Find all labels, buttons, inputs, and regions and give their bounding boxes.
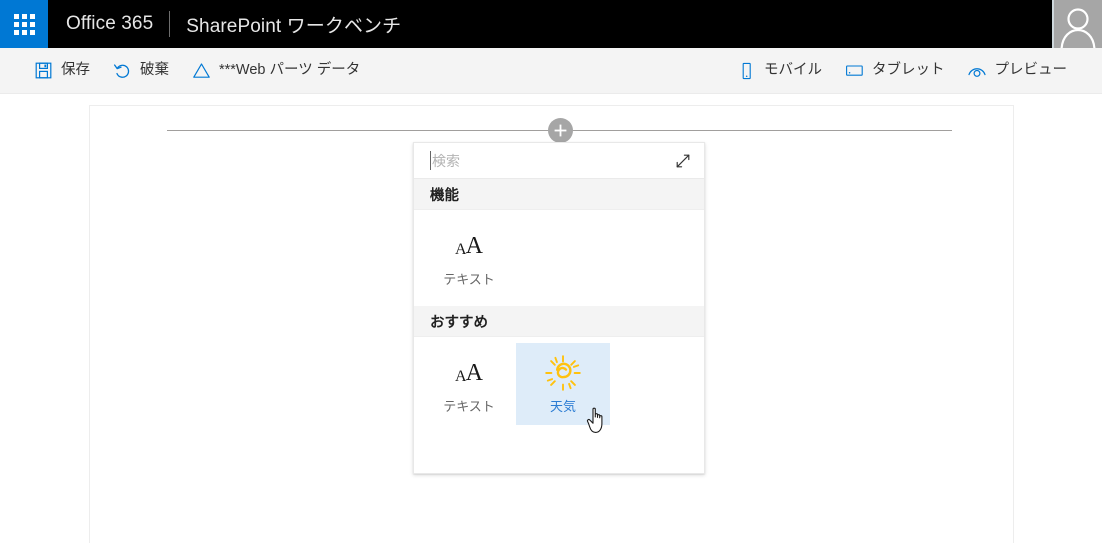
plus-icon bbox=[554, 124, 567, 137]
undo-arrow-icon bbox=[112, 61, 132, 81]
section-header-recommended-label: おすすめ bbox=[430, 314, 488, 331]
tablet-view-button-label: タブレット bbox=[872, 62, 945, 79]
text-aa-icon: AA bbox=[455, 233, 483, 259]
discard-button[interactable]: 破棄 bbox=[101, 49, 180, 93]
page-title-label: SharePoint ワークベンチ bbox=[186, 15, 402, 37]
save-button-label: 保存 bbox=[61, 62, 90, 79]
preview-eye-icon bbox=[967, 61, 987, 81]
webpart-tile-text[interactable]: AA テキスト bbox=[422, 216, 516, 298]
webpart-tile-text-recommended-label: テキスト bbox=[443, 399, 495, 414]
command-bar-left-group: 保存 破棄 ***Web パーツ データ bbox=[0, 49, 371, 93]
suite-bar: Office 365 SharePoint ワークベンチ bbox=[0, 0, 1102, 48]
preview-button-label: プレビュー bbox=[994, 62, 1068, 79]
search-text-caret bbox=[430, 151, 431, 170]
section-header-features-label: 機能 bbox=[430, 187, 459, 204]
tablet-view-button[interactable]: タブレット bbox=[833, 49, 956, 93]
office-365-brand-label: Office 365 bbox=[66, 13, 154, 34]
webpart-tile-weather-label: 天気 bbox=[549, 399, 576, 414]
waffle-grid-icon bbox=[13, 13, 35, 35]
save-button[interactable]: 保存 bbox=[22, 49, 101, 93]
suite-bar-spacer bbox=[401, 0, 1052, 48]
command-bar: 保存 破棄 ***Web パーツ データ モバイル タブレット プレビュー bbox=[0, 48, 1102, 94]
webpart-tile-text-recommended[interactable]: AA テキスト bbox=[422, 343, 516, 425]
command-bar-right-group: モバイル タブレット プレビュー bbox=[725, 49, 1102, 93]
mobile-phone-icon bbox=[736, 61, 756, 81]
webpart-tile-text-label: テキスト bbox=[443, 272, 495, 287]
person-avatar-icon bbox=[1060, 8, 1096, 48]
search-row bbox=[414, 143, 704, 179]
tile-grid-recommended: AA テキスト 天気 bbox=[414, 337, 704, 425]
text-aa-icon: AA bbox=[455, 360, 483, 386]
app-launcher-button[interactable] bbox=[0, 0, 48, 48]
mobile-view-button-label: モバイル bbox=[764, 62, 822, 79]
section-header-recommended: おすすめ bbox=[414, 306, 704, 337]
weather-sun-icon bbox=[544, 355, 582, 391]
mobile-view-button[interactable]: モバイル bbox=[725, 49, 833, 93]
add-webpart-button[interactable] bbox=[548, 118, 573, 143]
save-floppy-icon bbox=[33, 61, 53, 81]
webpart-data-button-label: ***Web パーツ データ bbox=[219, 62, 361, 79]
triangle-outline-icon bbox=[191, 61, 211, 81]
page-title: SharePoint ワークベンチ bbox=[186, 0, 401, 48]
tile-grid-features: AA テキスト bbox=[414, 210, 704, 298]
discard-button-label: 破棄 bbox=[140, 62, 169, 79]
webpart-data-button[interactable]: ***Web パーツ データ bbox=[180, 49, 371, 93]
webpart-picker-panel: 機能 AA テキスト おすすめ AA テキスト bbox=[413, 142, 705, 474]
preview-button[interactable]: プレビュー bbox=[956, 49, 1079, 93]
search-input[interactable] bbox=[414, 143, 704, 178]
office-365-brand[interactable]: Office 365 bbox=[48, 0, 153, 48]
section-header-features: 機能 bbox=[414, 179, 704, 210]
tablet-icon bbox=[844, 61, 864, 81]
suite-bar-divider bbox=[169, 11, 171, 37]
expand-diagonal-arrows-icon[interactable] bbox=[672, 150, 694, 172]
webpart-tile-weather[interactable]: 天気 bbox=[516, 343, 610, 425]
account-button[interactable] bbox=[1052, 0, 1102, 48]
